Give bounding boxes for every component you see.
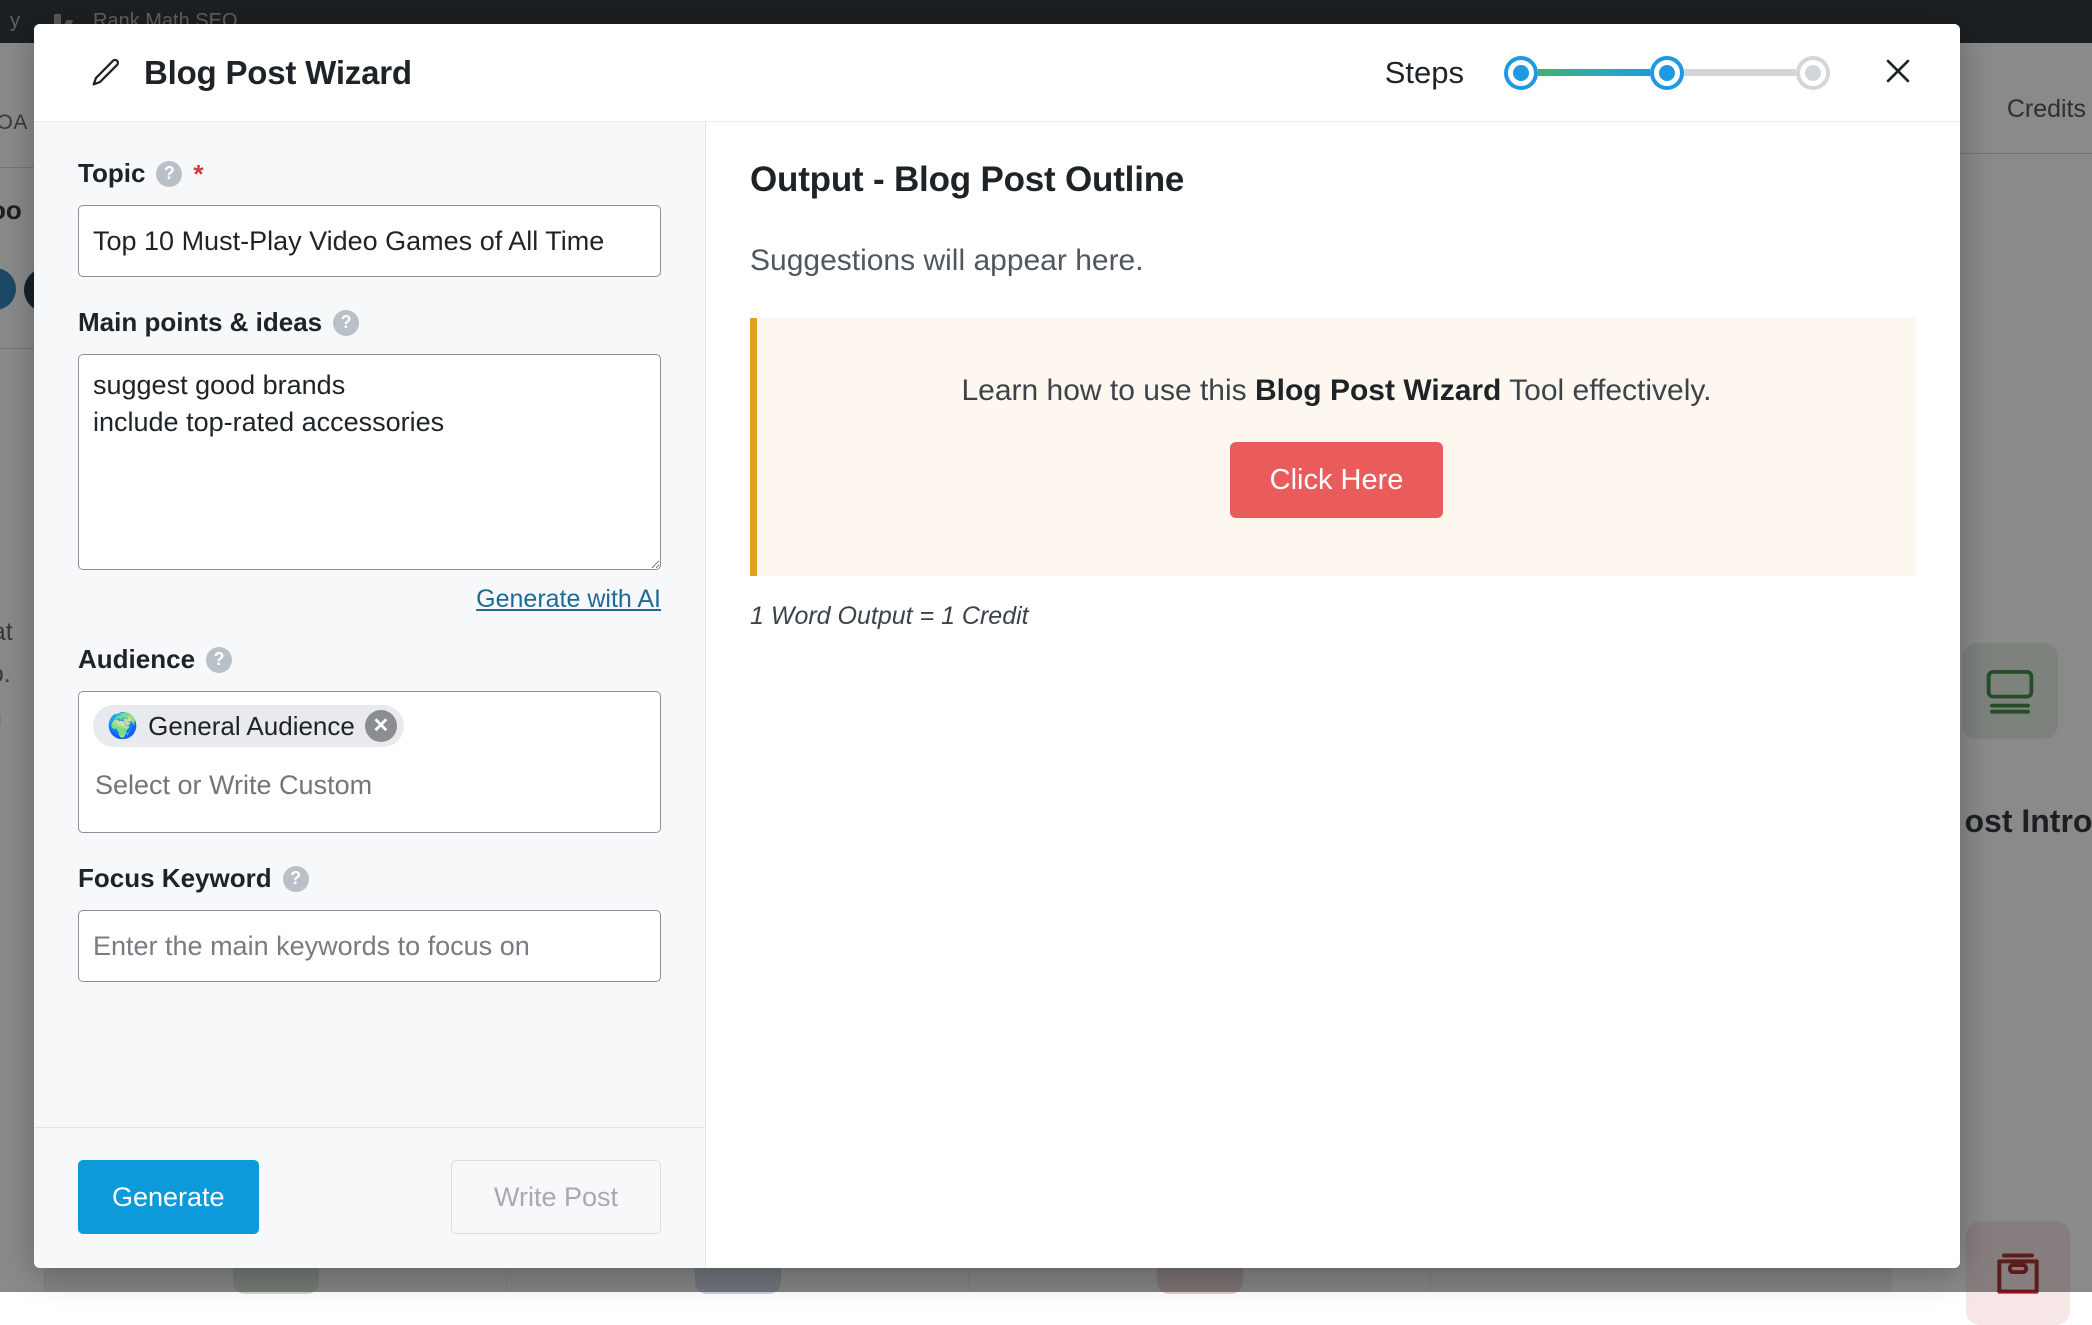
step-connector-1-2 xyxy=(1538,69,1650,76)
step-node-3[interactable] xyxy=(1796,56,1830,90)
page-title: Blog Post Wizard xyxy=(144,54,412,92)
question-mark-icon[interactable]: ? xyxy=(206,647,232,673)
main-points-label-row: Main points & ideas ? xyxy=(78,307,661,338)
globe-icon: 🌍 xyxy=(107,714,138,739)
audience-chip-label: General Audience xyxy=(148,711,355,742)
wizard-form-pane: Topic ? * Main points & ideas ? Generate… xyxy=(34,122,706,1268)
steps-label: Steps xyxy=(1385,55,1464,91)
click-here-button[interactable]: Click Here xyxy=(1230,442,1444,518)
close-icon xyxy=(1881,54,1915,91)
notice-text-after: Tool effectively. xyxy=(1501,374,1711,407)
close-button[interactable] xyxy=(1870,45,1926,101)
pencil-icon xyxy=(88,56,122,90)
question-mark-icon[interactable]: ? xyxy=(333,310,359,336)
main-points-label: Main points & ideas xyxy=(78,307,322,338)
question-mark-icon[interactable]: ? xyxy=(156,161,182,187)
output-title: Output - Blog Post Outline xyxy=(750,160,1916,200)
question-mark-icon[interactable]: ? xyxy=(283,866,309,892)
field-focus-keyword: Focus Keyword ? xyxy=(78,863,661,982)
wizard-form-footer: Generate Write Post xyxy=(34,1127,705,1268)
modal-header-left: Blog Post Wizard xyxy=(88,54,412,92)
generate-with-ai-row: Generate with AI xyxy=(78,585,661,614)
output-subtitle: Suggestions will appear here. xyxy=(750,244,1916,278)
step-node-2[interactable] xyxy=(1650,56,1684,90)
focus-keyword-input[interactable] xyxy=(78,910,661,982)
write-post-button[interactable]: Write Post xyxy=(451,1160,661,1234)
topic-input[interactable] xyxy=(78,205,661,277)
field-main-points: Main points & ideas ? Generate with AI xyxy=(78,307,661,614)
generate-with-ai-link[interactable]: Generate with AI xyxy=(476,585,661,613)
learn-how-notice: Learn how to use this Blog Post Wizard T… xyxy=(750,318,1916,576)
required-marker: * xyxy=(193,161,203,187)
main-points-textarea[interactable] xyxy=(78,354,661,570)
wizard-output-pane: Output - Blog Post Outline Suggestions w… xyxy=(706,122,1960,1268)
field-audience: Audience ? 🌍 General Audience ✕ xyxy=(78,644,661,833)
audience-input[interactable] xyxy=(93,769,646,802)
modal-body: Topic ? * Main points & ideas ? Generate… xyxy=(34,122,1960,1268)
notice-text-bold: Blog Post Wizard xyxy=(1255,374,1501,407)
notice-text-before: Learn how to use this xyxy=(961,374,1255,407)
audience-tag-box[interactable]: 🌍 General Audience ✕ xyxy=(78,691,661,833)
credit-note: 1 Word Output = 1 Credit xyxy=(750,602,1916,631)
audience-label: Audience xyxy=(78,644,195,675)
topic-label: Topic xyxy=(78,158,145,189)
focus-keyword-label: Focus Keyword xyxy=(78,863,272,894)
notice-text: Learn how to use this Blog Post Wizard T… xyxy=(787,374,1886,408)
modal-header-right: Steps xyxy=(1385,45,1926,101)
blog-post-wizard-modal: Blog Post Wizard Steps xyxy=(34,24,1960,1268)
audience-label-row: Audience ? xyxy=(78,644,661,675)
audience-chip[interactable]: 🌍 General Audience ✕ xyxy=(93,705,404,747)
step-node-1[interactable] xyxy=(1504,56,1538,90)
step-connector-2-3 xyxy=(1684,69,1796,76)
topic-label-row: Topic ? * xyxy=(78,158,661,189)
generate-button[interactable]: Generate xyxy=(78,1160,259,1234)
close-circle-icon[interactable]: ✕ xyxy=(365,710,397,742)
wizard-form-scroll-area: Topic ? * Main points & ideas ? Generate… xyxy=(34,122,705,1127)
field-topic: Topic ? * xyxy=(78,158,661,277)
focus-keyword-label-row: Focus Keyword ? xyxy=(78,863,661,894)
modal-header: Blog Post Wizard Steps xyxy=(34,24,1960,122)
steps-progress-indicator xyxy=(1504,56,1830,90)
